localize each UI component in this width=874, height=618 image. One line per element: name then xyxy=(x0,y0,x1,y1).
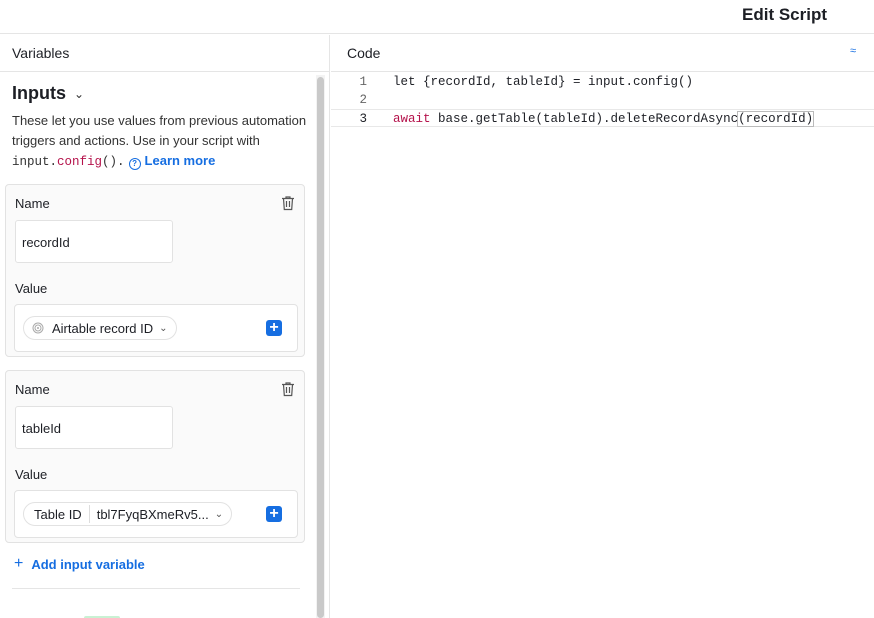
value-label: Value xyxy=(15,281,48,296)
name-input[interactable]: tableId xyxy=(15,406,173,449)
code-object: input. xyxy=(12,155,58,169)
collaborators-icon[interactable]: ≈ xyxy=(850,45,856,57)
code-argument: (recordId) xyxy=(737,111,815,127)
inputs-toggle[interactable]: Inputs ⌄ xyxy=(12,83,84,104)
divider xyxy=(12,588,300,589)
plus-icon[interactable]: + xyxy=(266,506,282,522)
name-label: Name xyxy=(15,382,50,397)
code-expression: base.getTable(tableId).deleteRecordAsync xyxy=(430,112,739,126)
trash-icon[interactable] xyxy=(281,381,295,397)
line-number: 3 xyxy=(359,112,367,126)
chevron-down-icon: ⌄ xyxy=(74,86,85,101)
code-title: Code xyxy=(347,45,381,61)
code-suffix: (). xyxy=(102,155,125,169)
inputs-title: Inputs xyxy=(12,83,66,103)
line-number: 1 xyxy=(359,75,367,89)
value-field[interactable]: Table ID tbl7FyqBXmeRv5... ⌄ + xyxy=(14,490,298,538)
code-panel: Code ≈ 1 let {recordId, tableId} = input… xyxy=(331,35,874,618)
name-input[interactable]: recordId xyxy=(15,220,173,263)
code-keyword: await xyxy=(393,112,431,126)
line-text: let {recordId, tableId} = input.config() xyxy=(393,75,694,89)
scrollbar[interactable] xyxy=(316,75,325,618)
page-title: Edit Script xyxy=(742,5,828,24)
learn-more-link[interactable]: Learn more xyxy=(145,153,216,168)
line-number: 2 xyxy=(359,93,367,107)
question-icon: ? xyxy=(128,158,141,170)
value-token-label: Airtable record ID xyxy=(52,320,154,336)
value-token[interactable]: Table ID tbl7FyqBXmeRv5... ⌄ xyxy=(23,502,233,526)
variables-panel: Variables Inputs ⌄ These let you use val… xyxy=(0,35,330,618)
value-token-type: Table ID xyxy=(34,506,82,522)
name-label: Name xyxy=(15,196,50,211)
variables-header: Variables xyxy=(0,35,329,72)
pill-divider xyxy=(88,505,90,523)
line-text: await base.getTable(tableId).deleteRecor… xyxy=(393,110,815,128)
add-input-variable-label: Add input variable xyxy=(31,556,145,572)
value-token[interactable]: Airtable record ID ⌄ xyxy=(23,316,177,340)
input-variable-card: Name tableId Value Table ID tbl7FyqBXmeR… xyxy=(5,370,305,543)
code-line: 1 let {recordId, tableId} = input.config… xyxy=(331,73,874,91)
code-editor[interactable]: 1 let {recordId, tableId} = input.config… xyxy=(331,73,874,127)
plus-icon: + xyxy=(14,555,24,572)
plus-icon[interactable]: + xyxy=(266,320,282,336)
value-field[interactable]: Airtable record ID ⌄ + xyxy=(14,304,298,352)
value-label: Value xyxy=(15,467,48,482)
code-line: 2 xyxy=(331,91,874,109)
value-token-label: tbl7FyqBXmeRv5... xyxy=(96,506,209,522)
scrollbar-thumb[interactable] xyxy=(317,77,324,618)
trash-icon[interactable] xyxy=(281,195,295,211)
inputs-description: These let you use values from previous a… xyxy=(12,111,310,172)
top-bar: Edit Script xyxy=(0,0,874,34)
description-text: These let you use values from previous a… xyxy=(12,113,307,148)
fingerprint-icon xyxy=(32,322,44,334)
code-snippet: input.config(). xyxy=(12,155,125,169)
chevron-down-icon: ⌄ xyxy=(214,508,224,520)
add-input-variable-button[interactable]: + Add input variable xyxy=(14,555,145,573)
code-keyword: config xyxy=(57,155,103,169)
input-variable-card: Name recordId Value Airtable record ID ⌄… xyxy=(5,184,305,357)
code-line-active: 3 await base.getTable(tableId).deleteRec… xyxy=(331,109,874,127)
chevron-down-icon: ⌄ xyxy=(159,322,168,334)
code-header: Code ≈ xyxy=(331,35,874,72)
